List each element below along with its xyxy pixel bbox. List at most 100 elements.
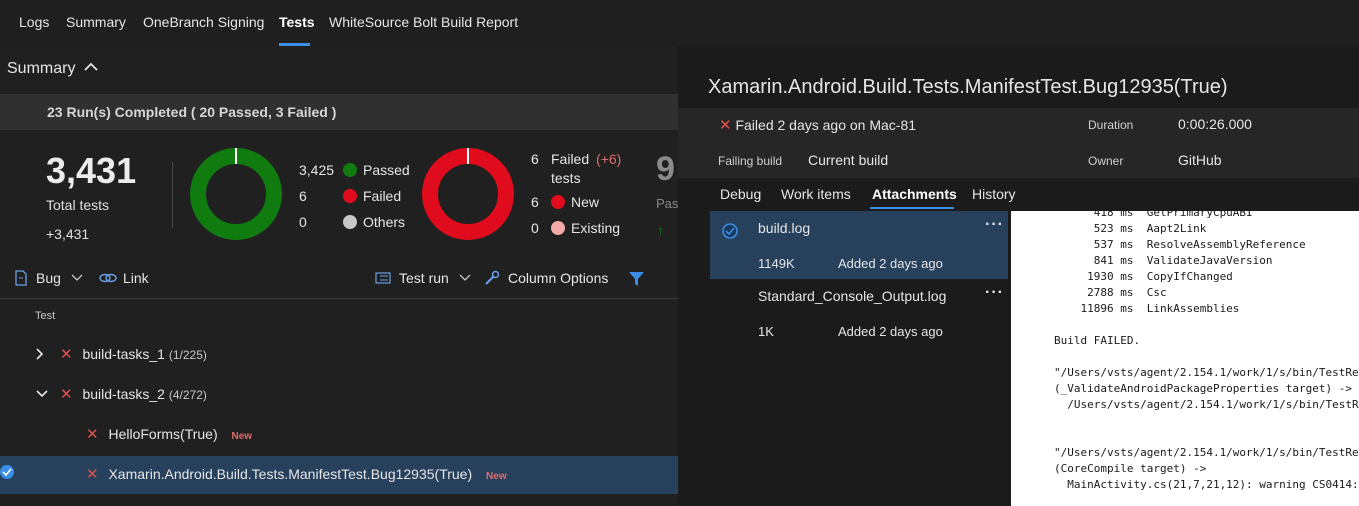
passed-dot-icon: [343, 163, 357, 177]
tab-debug[interactable]: Debug: [720, 186, 761, 202]
failed-count: 6: [299, 188, 307, 204]
tab-attachments[interactable]: Attachments: [872, 186, 957, 202]
test-group-count: (1/225): [168, 348, 207, 362]
failed-tests-count: 6: [531, 151, 539, 167]
chevron-down-icon: [71, 274, 83, 281]
donut-passed-segment: [190, 148, 282, 240]
test-status-text: Failed 2 days ago on Mac-81: [735, 117, 917, 133]
others-label: Others: [363, 214, 406, 230]
failing-build-label: Failing build: [718, 154, 783, 168]
link-label: Link: [123, 270, 149, 286]
existing-label: Existing: [571, 220, 621, 236]
failed-x-icon: ✕: [86, 466, 99, 483]
tab-history[interactable]: History: [972, 186, 1016, 202]
runs-completed-text: 23 Run(s) Completed ( 20 Passed, 3 Faile…: [47, 104, 337, 120]
existing-count: 0: [531, 220, 539, 236]
failing-build-link[interactable]: Current build: [808, 152, 888, 168]
tree-row-selected[interactable]: ✕ Xamarin.Android.Build.Tests.ManifestTe…: [86, 465, 507, 483]
failed-x-icon: ✕: [60, 346, 73, 363]
tree-row[interactable]: ✕ build-tasks_1 (1/225): [36, 345, 207, 363]
chevron-up-icon: [84, 62, 98, 71]
link-button[interactable]: Link: [99, 270, 149, 286]
tree-row[interactable]: ✕ HelloForms(True) New: [86, 425, 252, 443]
new-label: New: [571, 194, 600, 210]
top-tab-bar: Logs Summary OneBranch Signing Tests Whi…: [0, 0, 1359, 46]
passed-label: Passed: [363, 162, 410, 178]
test-name: Xamarin.Android.Build.Tests.ManifestTest…: [108, 466, 473, 482]
tab-tests[interactable]: Tests: [279, 14, 315, 30]
chevron-down-icon: [459, 274, 471, 281]
failed-x-icon: ✕: [719, 117, 732, 134]
pass-percentage-partial: 9: [656, 150, 675, 188]
summary-heading: Summary: [7, 60, 76, 77]
attachment-name[interactable]: Standard_Console_Output.log: [758, 288, 946, 304]
failed-dot-icon: [343, 189, 357, 203]
attachment-name[interactable]: build.log: [758, 220, 810, 236]
list-icon: [375, 272, 391, 284]
column-options-button[interactable]: Column Options: [484, 270, 608, 286]
donut-new-segment: [422, 148, 514, 240]
tab-summary[interactable]: Summary: [66, 14, 126, 30]
owner-value: GitHub: [1178, 152, 1222, 168]
new-dot-icon: [551, 195, 565, 209]
total-tests-count: 3,431: [46, 150, 137, 191]
test-run-dropdown[interactable]: Test run: [375, 270, 471, 286]
existing-dot-icon: [551, 221, 565, 235]
owner-label: Owner: [1088, 154, 1124, 168]
duration-value: 0:00:26.000: [1178, 116, 1252, 132]
active-detail-tab-indicator: [870, 207, 954, 209]
test-group-name: build-tasks_2: [82, 386, 165, 402]
test-name: HelloForms(True): [108, 426, 218, 442]
document-icon: [15, 270, 27, 286]
test-group-count: (4/272): [168, 388, 207, 402]
tab-work-items[interactable]: Work items: [781, 186, 851, 202]
tree-row[interactable]: ✕ build-tasks_2 (4/272): [36, 385, 207, 403]
attachment-size: 1149K: [758, 256, 795, 271]
others-count: 0: [299, 214, 307, 230]
log-content: 418 ms GetPrimaryCpuABI 523 ms Aapt2Link…: [1054, 211, 1359, 491]
chevron-down-icon[interactable]: [36, 390, 48, 398]
failed-tests-sublabel: tests: [551, 170, 581, 186]
attachment-added: Added 2 days ago: [838, 324, 943, 339]
legend-existing: 0 Existing: [531, 220, 620, 236]
bug-label: Bug: [36, 270, 61, 286]
filter-icon[interactable]: [628, 271, 645, 287]
failed-tests-header: 6 Failed (+6): [531, 151, 621, 167]
more-actions-icon[interactable]: ···: [985, 216, 1004, 234]
check-circle-icon[interactable]: [0, 464, 16, 480]
outcome-donut-chart: [190, 148, 282, 240]
log-viewer[interactable]: 418 ms GetPrimaryCpuABI 523 ms Aapt2Link…: [1011, 211, 1359, 506]
tab-whitesource-report[interactable]: WhiteSource Bolt Build Report: [329, 14, 518, 30]
column-header-test[interactable]: Test: [35, 310, 55, 322]
total-tests-delta: +3,431: [46, 226, 90, 242]
link-icon: [99, 273, 117, 283]
failed-x-icon: ✕: [60, 386, 73, 403]
total-tests-label: Total tests: [46, 197, 110, 213]
legend-others: 0 Others: [299, 214, 405, 230]
test-run-label: Test run: [399, 270, 449, 286]
column-options-label: Column Options: [508, 270, 609, 286]
passed-count: 3,425: [299, 162, 335, 178]
failed-x-icon: ✕: [86, 426, 99, 443]
legend-passed: 3,425 Passed: [299, 162, 410, 178]
new-badge: New: [486, 471, 507, 482]
duration-label: Duration: [1088, 118, 1134, 132]
failed-tests-delta: (+6): [596, 151, 622, 167]
failed-label: Failed: [363, 188, 402, 204]
check-circle-icon[interactable]: [722, 223, 738, 239]
bug-dropdown[interactable]: Bug: [14, 270, 83, 286]
summary-toggle[interactable]: Summary: [7, 60, 98, 78]
tab-logs[interactable]: Logs: [19, 14, 49, 30]
failed-tests-label: Failed: [551, 151, 590, 167]
test-detail-title: Xamarin.Android.Build.Tests.ManifestTest…: [708, 76, 1228, 98]
new-count: 6: [531, 194, 539, 210]
pass-label-partial: Pas: [656, 196, 679, 211]
test-status: ✕ Failed 2 days ago on Mac-81: [719, 116, 916, 134]
test-group-name: build-tasks_1: [82, 346, 165, 362]
more-actions-icon[interactable]: ···: [985, 284, 1004, 302]
toolbar-divider: [0, 298, 678, 299]
legend-new: 6 New: [531, 194, 599, 210]
chevron-right-icon[interactable]: [36, 348, 44, 360]
attachment-size: 1K: [758, 324, 774, 339]
tab-onebranch-signing[interactable]: OneBranch Signing: [143, 14, 264, 30]
